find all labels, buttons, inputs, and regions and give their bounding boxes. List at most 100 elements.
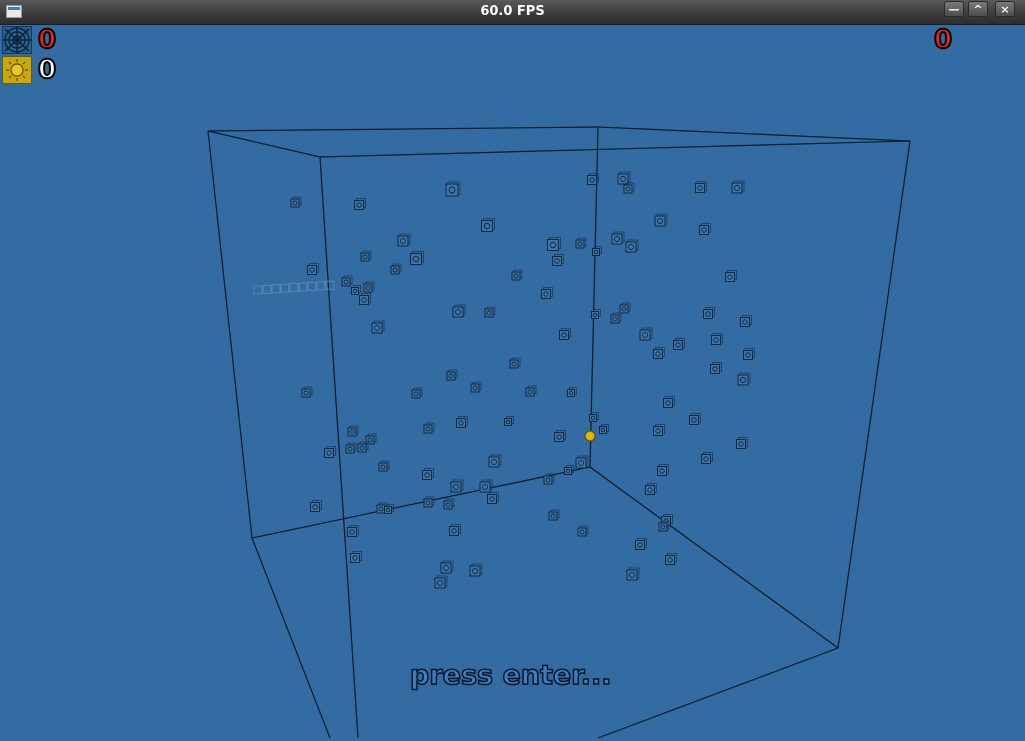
press-enter-prompt: press enter...	[409, 659, 612, 692]
floating-box	[422, 468, 434, 480]
window-title: 60.0 FPS	[480, 4, 545, 19]
floating-box	[740, 315, 752, 327]
floating-box	[737, 372, 751, 386]
floating-box	[350, 551, 362, 563]
floating-box	[626, 567, 640, 581]
floating-box	[645, 483, 657, 495]
floating-box	[543, 473, 555, 485]
cube-edge	[207, 130, 321, 158]
floating-box	[525, 385, 537, 397]
floating-box	[371, 320, 385, 334]
cube-edge	[589, 466, 839, 649]
floating-box	[725, 270, 737, 282]
floating-box	[710, 362, 722, 374]
floating-box	[365, 433, 377, 445]
floating-box	[307, 263, 319, 275]
floating-box	[378, 460, 390, 472]
floating-box	[443, 498, 455, 510]
right-score: 0	[933, 25, 953, 55]
trail-box	[280, 283, 290, 293]
close-button[interactable]: ×	[995, 1, 1015, 17]
minimize-button[interactable]: —	[944, 1, 964, 17]
floating-box	[357, 441, 369, 453]
floating-box	[397, 233, 411, 247]
floating-box	[673, 338, 685, 350]
cube-edge	[597, 126, 911, 142]
floating-box	[577, 525, 589, 537]
floating-box	[711, 333, 723, 345]
cube-edge	[207, 126, 599, 132]
floating-box	[390, 263, 402, 275]
floating-box	[592, 246, 602, 256]
floating-box	[663, 396, 675, 408]
floating-box	[484, 306, 496, 318]
floating-box	[564, 465, 574, 475]
sun-icon	[2, 56, 32, 84]
floating-box	[575, 455, 589, 469]
floating-box	[301, 386, 313, 398]
floating-box	[449, 524, 461, 536]
floating-box	[423, 496, 435, 508]
trail-box	[307, 281, 317, 291]
floating-box	[360, 250, 372, 262]
floating-box	[611, 231, 625, 245]
floating-box	[509, 357, 521, 369]
floating-box	[575, 237, 587, 249]
trail-box	[316, 281, 326, 291]
floating-box	[635, 538, 647, 550]
floating-box	[324, 446, 336, 458]
cube-edge	[207, 130, 253, 539]
floating-box	[504, 416, 514, 426]
floating-box	[470, 381, 482, 393]
floating-box	[552, 254, 564, 266]
floating-box	[547, 237, 561, 251]
floating-box	[541, 287, 553, 299]
trail-box	[298, 282, 308, 292]
floating-box	[703, 307, 715, 319]
floating-box	[450, 479, 464, 493]
maximize-button[interactable]: ^	[968, 1, 988, 17]
floating-box	[310, 500, 322, 512]
floating-box	[548, 509, 560, 521]
floating-box	[351, 285, 361, 295]
floating-box	[456, 416, 468, 428]
floating-box	[345, 442, 357, 454]
cube-edge	[251, 537, 331, 739]
floating-box	[445, 181, 461, 197]
floating-box	[559, 328, 571, 340]
floating-box	[665, 553, 677, 565]
player-ball	[584, 430, 596, 442]
floating-box	[481, 218, 495, 232]
floating-box	[699, 223, 711, 235]
floating-box	[654, 213, 668, 227]
floating-box	[511, 269, 523, 281]
floating-box	[689, 413, 701, 425]
floating-box	[479, 479, 493, 493]
game-viewport[interactable]: 0 0 0 press enter...	[0, 25, 1025, 741]
floating-box	[653, 347, 665, 359]
floating-box	[701, 452, 713, 464]
trail-box	[262, 284, 272, 294]
floating-box	[623, 182, 635, 194]
floating-box	[658, 520, 670, 532]
floating-box	[617, 171, 631, 185]
cube-edge	[597, 647, 839, 739]
floating-box	[653, 424, 665, 436]
floating-box	[591, 309, 601, 319]
floating-box	[469, 563, 483, 577]
floating-box	[411, 387, 423, 399]
floating-box	[434, 575, 448, 589]
trail-box	[325, 280, 335, 290]
floating-box	[354, 198, 366, 210]
trail-box	[253, 285, 263, 295]
title-bar: 60.0 FPS — ^ ×	[0, 0, 1025, 25]
floating-box	[599, 424, 609, 434]
floating-box	[695, 181, 707, 193]
floating-box	[446, 369, 458, 381]
trail-box	[271, 284, 281, 294]
game-scene	[207, 126, 911, 739]
cube-edge	[837, 140, 911, 649]
floating-box	[731, 180, 745, 194]
box-field	[253, 171, 755, 589]
floating-box	[657, 464, 669, 476]
